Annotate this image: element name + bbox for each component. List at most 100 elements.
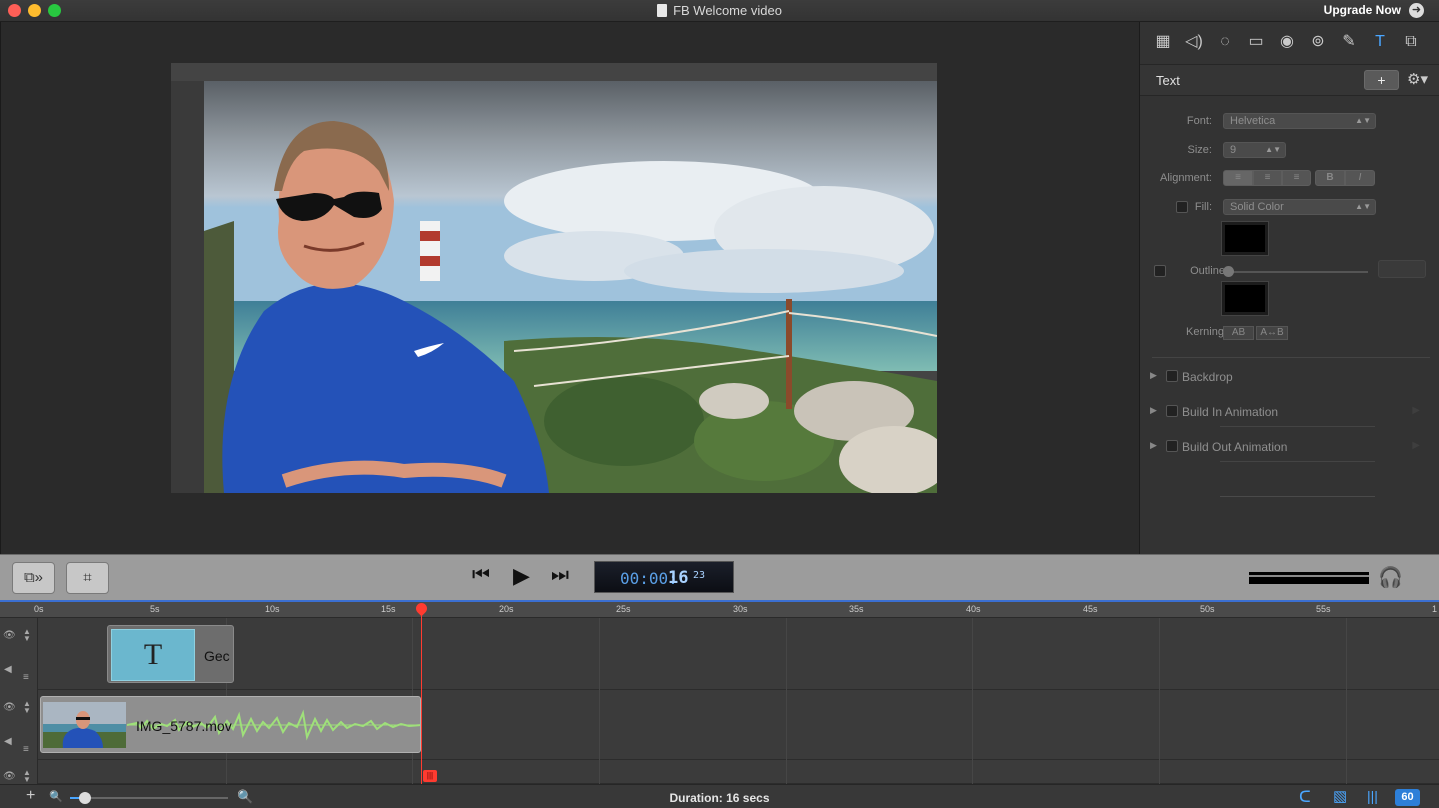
ruler-label: 20s [499, 604, 514, 614]
outline-width-field[interactable] [1378, 260, 1426, 278]
video-track-controls: 👁 ▲ ▼ ◀ ≡ [0, 690, 38, 760]
text-icon[interactable]: T [1369, 31, 1391, 53]
build-out-animation-section[interactable]: ▶ Build Out Animation ▶ [1140, 437, 1439, 457]
video-clip[interactable]: IMG_5787.mov [40, 696, 421, 753]
fill-color-swatch[interactable] [1221, 221, 1269, 256]
backdrop-checkbox[interactable] [1166, 370, 1178, 382]
font-label: Font: [1186, 115, 1212, 127]
ruler-label: 50s [1200, 604, 1215, 614]
video-clip-label: IMG_5787.mov [136, 718, 232, 734]
ruler-label: 35s [849, 604, 864, 614]
outline-checkbox[interactable] [1154, 265, 1166, 277]
fill-type-value: Solid Color [1230, 201, 1284, 213]
project-end-marker[interactable]: ||| [423, 770, 437, 782]
kerning-tighten-button[interactable]: AB [1223, 326, 1254, 340]
speaker-icon[interactable]: ◀ [4, 736, 12, 747]
build-in-animation-section[interactable]: ▶ Build In Animation ▶ [1140, 402, 1439, 422]
video-clip-thumbnail [43, 702, 126, 748]
upgrade-now-button[interactable]: Upgrade Now [1324, 3, 1401, 17]
gear-icon[interactable]: ⚙▾ [1407, 70, 1435, 90]
layers-menu-button[interactable]: ⧉» [12, 562, 55, 594]
image-icon[interactable]: ▧ [1333, 787, 1347, 805]
disclosure-triangle-icon[interactable]: ▶ [1150, 405, 1157, 416]
film-icon[interactable]: ▦ [1152, 31, 1174, 53]
inspector-header: Text + ⚙▾ [1140, 64, 1439, 96]
effects-icon[interactable]: ⊚ [1307, 31, 1329, 53]
title-bar: FB Welcome video Upgrade Now ➜ [0, 0, 1439, 22]
menu-lines-icon[interactable]: ≡ [23, 744, 29, 755]
text-clip[interactable]: T Gec [107, 625, 234, 683]
inspector-tabs: ▦ ◁) ◌ ▭ ◉ ⊚ ✎ T ⧉ [1140, 22, 1439, 62]
layers-icon[interactable]: ⧉ [1400, 31, 1422, 53]
eye-icon[interactable]: 👁 [3, 630, 16, 641]
audio-waveform-icon[interactable]: ||| [1367, 788, 1378, 804]
cursor-icon[interactable]: ◉ [1276, 31, 1298, 53]
italic-button[interactable]: I [1345, 170, 1375, 186]
headphones-icon[interactable]: 🎧 [1378, 565, 1403, 590]
ruler-label: 30s [733, 604, 748, 614]
arrow-right-circle-icon[interactable]: ➜ [1409, 3, 1424, 18]
outline-color-swatch[interactable] [1221, 281, 1269, 316]
disclosure-triangle-icon[interactable]: ▶ [1150, 440, 1157, 451]
align-center-button[interactable]: ≡ [1253, 170, 1282, 186]
alignment-label: Alignment: [1160, 172, 1212, 184]
text-track-lane[interactable] [38, 618, 1439, 690]
disclosure-triangle-icon[interactable]: ▶ [1150, 370, 1157, 381]
video-preview-frame[interactable] [204, 81, 937, 493]
rewind-icon[interactable]: ⏮ [472, 564, 490, 587]
font-select[interactable]: Helvetica ▲▼ [1223, 113, 1376, 129]
align-right-button[interactable]: ≡ [1282, 170, 1311, 186]
backdrop-label: Backdrop [1182, 370, 1233, 384]
ruler-label: 25s [616, 604, 631, 614]
outline-width-slider-knob[interactable] [1223, 266, 1234, 277]
menu-lines-icon[interactable]: ≡ [23, 672, 29, 683]
speaker-icon[interactable]: ◀ [4, 664, 12, 675]
reorder-arrows-icon[interactable]: ▲ ▼ [23, 628, 31, 643]
reorder-arrows-icon[interactable]: ▲ ▼ [23, 769, 31, 784]
outline-width-slider[interactable] [1228, 271, 1368, 273]
eye-icon[interactable]: 👁 [3, 702, 16, 713]
rotate-icon[interactable]: ◌ [1214, 31, 1236, 53]
timeline-ruler[interactable]: 0s 5s 10s 15s 20s 25s 30s 35s 40s 45s 50… [0, 600, 1439, 618]
reorder-arrows-icon[interactable]: ▲ ▼ [23, 700, 31, 715]
fill-type-select[interactable]: Solid Color ▲▼ [1223, 199, 1376, 215]
video-clip-thumbnail-image [43, 702, 126, 748]
volume-meter[interactable] [1249, 572, 1369, 584]
play-icon[interactable]: ▶ [1412, 440, 1420, 451]
inspector-panel: ▦ ◁) ◌ ▭ ◉ ⊚ ✎ T ⧉ Text + ⚙▾ Font: Helve… [1139, 22, 1439, 554]
bold-button[interactable]: B [1315, 170, 1345, 186]
divider [1220, 496, 1375, 497]
empty-track-lane[interactable] [38, 760, 1439, 784]
size-stepper[interactable]: 9 ▲▼ [1223, 142, 1286, 158]
timeline-gridline [599, 618, 600, 784]
align-left-button[interactable]: ≡ [1223, 170, 1253, 186]
timecode-display: 00:00: 16 23 [594, 561, 734, 593]
play-button[interactable]: ▶ [513, 563, 530, 589]
speaker-icon[interactable]: ◁) [1183, 31, 1205, 53]
pen-icon[interactable]: ✎ [1338, 31, 1360, 53]
window-title-text: FB Welcome video [673, 3, 782, 18]
add-text-button[interactable]: + [1364, 70, 1399, 90]
timeline[interactable]: 0s 5s 10s 15s 20s 25s 30s 35s 40s 45s 50… [0, 600, 1439, 784]
play-icon[interactable]: ▶ [1412, 405, 1420, 416]
fps-badge[interactable]: 60 [1395, 789, 1420, 806]
size-stepper-value: 9 [1230, 144, 1237, 156]
canvas-area[interactable] [0, 22, 1139, 554]
eye-icon[interactable]: 👁 [3, 771, 16, 782]
timecode-seconds: 16 [668, 568, 689, 588]
text-clip-label: Gec [204, 648, 230, 664]
backdrop-section[interactable]: ▶ Backdrop [1140, 367, 1439, 387]
timecode-frames: 23 [693, 570, 706, 581]
screen-icon[interactable]: ▭ [1245, 31, 1267, 53]
magnet-icon[interactable]: ᑕ [1299, 787, 1311, 807]
ruler-label: 40s [966, 604, 981, 614]
ruler-label: 10s [265, 604, 280, 614]
crop-icon[interactable]: ⌗ [66, 562, 109, 594]
fast-forward-icon[interactable]: ⏭ [551, 564, 569, 587]
playhead-line[interactable] [421, 608, 422, 784]
build-in-checkbox[interactable] [1166, 405, 1178, 417]
kerning-loosen-button[interactable]: A↔B [1256, 326, 1288, 340]
build-in-label: Build In Animation [1182, 405, 1279, 419]
build-out-checkbox[interactable] [1166, 440, 1178, 452]
chevron-updown-icon: ▲▼ [1355, 202, 1371, 211]
